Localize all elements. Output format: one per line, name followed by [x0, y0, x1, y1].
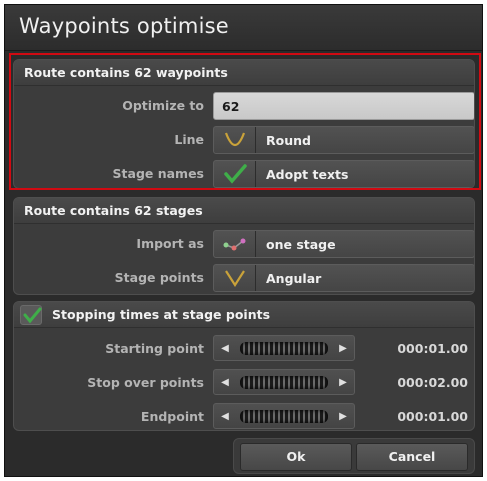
endpoint-row: Endpoint ◀ ▶ 000:01.00 — [14, 403, 474, 430]
import-as-value: one stage — [266, 237, 336, 252]
stop-over-points-stepper[interactable]: ◀ ▶ — [213, 369, 355, 395]
stage-names-label: Stage names — [112, 166, 204, 181]
stopping-times-panel: Stopping times at stage points Starting … — [13, 301, 475, 431]
endpoint-label: Endpoint — [140, 409, 204, 424]
starting-point-label: Starting point — [105, 341, 204, 356]
import-as-select[interactable]: one stage — [213, 230, 474, 258]
decrement-arrow-icon[interactable]: ◀ — [216, 404, 234, 428]
stage-names-row: Stage names Adopt texts — [14, 160, 474, 188]
endpoint-stepper[interactable]: ◀ ▶ — [213, 403, 355, 429]
button-bar: Ok Cancel — [233, 438, 475, 474]
round-curve-icon — [214, 127, 256, 153]
line-label: Line — [174, 132, 204, 147]
stage-points-value: Angular — [266, 271, 322, 286]
optimize-to-row: Optimize to 62 — [14, 92, 474, 120]
line-row: Line Round — [14, 126, 474, 154]
stages-panel-header: Route contains 62 stages — [14, 198, 474, 224]
ok-button[interactable]: Ok — [240, 443, 352, 471]
starting-point-row: Starting point ◀ ▶ 000:01.00 — [14, 335, 474, 363]
optimize-to-input[interactable]: 62 — [213, 92, 474, 120]
waypoints-panel-header: Route contains 62 waypoints — [14, 60, 474, 86]
stage-points-icon — [214, 231, 256, 257]
import-as-label: Import as — [136, 236, 204, 251]
optimize-to-label: Optimize to — [122, 98, 204, 113]
angular-curve-icon — [214, 265, 256, 291]
stop-over-points-time: 000:02.00 — [397, 375, 468, 390]
stop-over-points-row: Stop over points ◀ ▶ 000:02.00 — [14, 369, 474, 397]
jog-wheel[interactable] — [240, 410, 328, 423]
waypoints-optimise-dialog: Waypoints optimise Route contains 62 way… — [4, 4, 483, 477]
stage-points-select[interactable]: Angular — [213, 264, 474, 292]
stopping-times-header-label: Stopping times at stage points — [52, 306, 271, 322]
line-select[interactable]: Round — [213, 126, 474, 154]
stopping-times-checkbox[interactable] — [20, 304, 42, 325]
jog-wheel[interactable] — [240, 342, 328, 355]
title-bar: Waypoints optimise — [5, 5, 482, 51]
import-as-row: Import as one stage — [14, 230, 474, 258]
dialog-title: Waypoints optimise — [19, 14, 229, 38]
increment-arrow-icon[interactable]: ▶ — [334, 336, 352, 360]
starting-point-stepper[interactable]: ◀ ▶ — [213, 335, 355, 361]
stage-points-row: Stage points Angular — [14, 264, 474, 292]
line-value: Round — [266, 133, 311, 148]
stop-over-points-label: Stop over points — [87, 375, 204, 390]
decrement-arrow-icon[interactable]: ◀ — [216, 336, 234, 360]
stage-names-value: Adopt texts — [266, 167, 349, 182]
decrement-arrow-icon[interactable]: ◀ — [216, 370, 234, 394]
jog-wheel[interactable] — [240, 376, 328, 389]
endpoint-time: 000:01.00 — [397, 409, 468, 424]
checkmark-icon — [214, 161, 256, 187]
stopping-times-header: Stopping times at stage points — [14, 302, 474, 328]
stage-points-label: Stage points — [114, 270, 204, 285]
increment-arrow-icon[interactable]: ▶ — [334, 370, 352, 394]
waypoints-panel: Route contains 62 waypoints Optimize to … — [13, 59, 475, 189]
starting-point-time: 000:01.00 — [397, 341, 468, 356]
increment-arrow-icon[interactable]: ▶ — [334, 404, 352, 428]
cancel-button[interactable]: Cancel — [356, 443, 468, 471]
stages-panel: Route contains 62 stages Import as one s… — [13, 197, 475, 295]
optimize-to-value: 62 — [222, 99, 240, 114]
stage-names-select[interactable]: Adopt texts — [213, 160, 474, 188]
